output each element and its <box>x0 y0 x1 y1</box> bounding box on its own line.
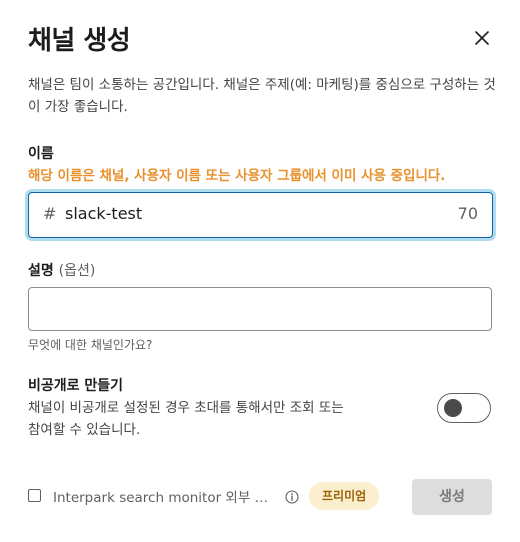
description-label: 설명 (옵션) <box>28 260 95 280</box>
name-label: 이름 <box>28 146 54 162</box>
hash-icon: # <box>43 204 57 223</box>
create-channel-dialog: 채널 생성 채널은 팀이 소통하는 공간입니다. 채널은 주제(예: 마케팅)를… <box>0 0 520 542</box>
channel-description-input[interactable] <box>28 287 492 331</box>
channel-name-value: slack-test <box>65 204 143 223</box>
info-icon <box>285 490 299 504</box>
premium-badge: 프리미엄 <box>309 482 380 510</box>
optional-label: (옵션) <box>58 263 96 279</box>
private-description: 채널이 비공개로 설정된 경우 초대를 통해서만 조회 또는 참여할 수 있습니… <box>28 400 344 438</box>
private-label: 비공개로 만들기 <box>28 378 124 394</box>
share-external-label[interactable]: Interpark search monitor 외부 공... <box>53 486 278 506</box>
toggle-knob <box>444 399 462 417</box>
dialog-description: 채널은 팀이 소통하는 공간입니다. 채널은 주제(예: 마케팅)를 중심으로 … <box>28 77 496 115</box>
name-error-message: 해당 이름은 채널, 사용자 이름 또는 사용자 그룹에서 이미 사용 중입니다… <box>28 168 446 184</box>
close-button[interactable] <box>470 26 494 50</box>
private-toggle[interactable] <box>437 393 491 423</box>
share-external-checkbox[interactable] <box>28 489 41 502</box>
character-counter: 70 <box>457 204 478 223</box>
channel-name-input[interactable]: # slack-test 70 <box>28 192 493 238</box>
info-button[interactable] <box>285 489 299 504</box>
description-hint: 무엇에 대한 채널인가요? <box>28 338 153 352</box>
description-label-text: 설명 <box>28 263 54 279</box>
close-icon <box>475 31 489 45</box>
dialog-title: 채널 생성 <box>28 26 131 56</box>
create-button[interactable]: 생성 <box>412 479 492 515</box>
